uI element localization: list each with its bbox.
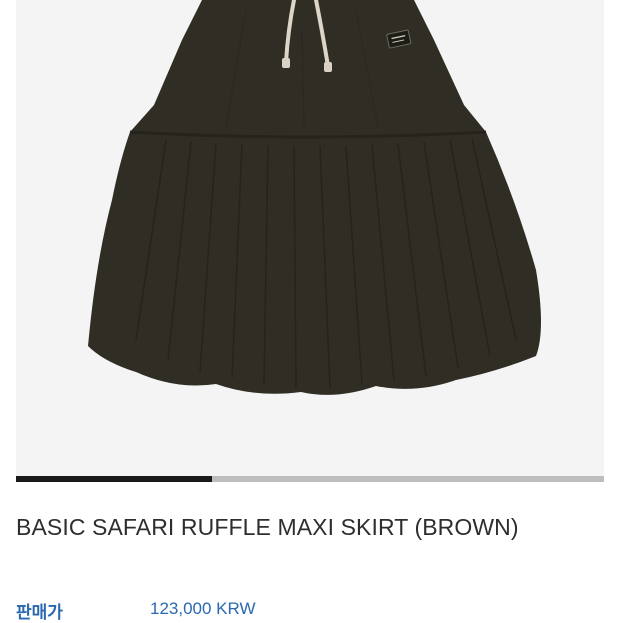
price-value: 123,000 KRW bbox=[150, 599, 256, 618]
carousel-progress bbox=[16, 476, 212, 482]
product-image[interactable] bbox=[16, 0, 604, 476]
price-row: 판매가 123,000 KRW bbox=[16, 598, 604, 623]
price-label: 판매가 bbox=[16, 603, 63, 623]
skirt-photo bbox=[88, 0, 541, 395]
image-carousel-indicator[interactable] bbox=[16, 476, 604, 482]
product-title: BASIC SAFARI RUFFLE MAXI SKIRT (BROWN) bbox=[16, 514, 519, 540]
